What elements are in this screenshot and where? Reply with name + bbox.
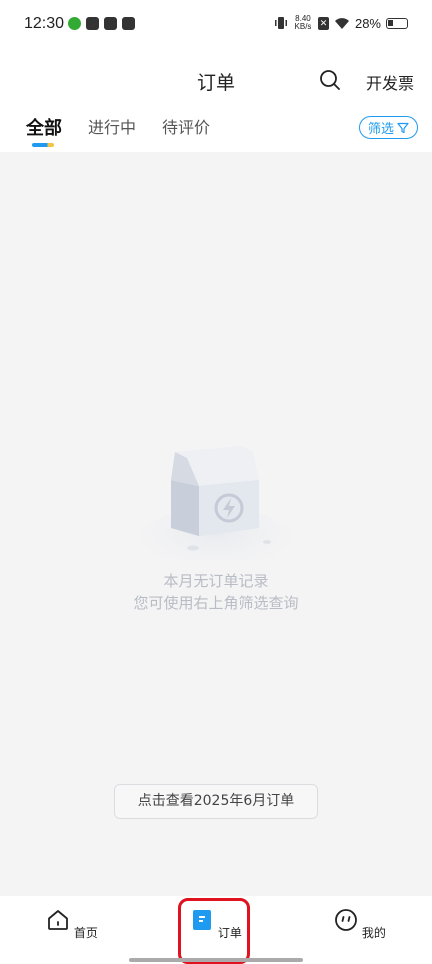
profile-icon xyxy=(335,909,357,931)
app-notification-icon xyxy=(122,17,135,30)
filter-label: 筛选 xyxy=(367,122,394,137)
wifi-icon xyxy=(334,17,349,29)
order-tabs: 全部 进行中 待评价 xyxy=(26,114,210,150)
status-time: 12:30 xyxy=(24,15,65,32)
app-notification-icon xyxy=(86,17,99,30)
tab-label: 全部 xyxy=(26,118,62,139)
vibrate-icon xyxy=(274,17,287,29)
gesture-home-bar[interactable] xyxy=(129,958,303,962)
invoice-button[interactable]: 开发票 xyxy=(366,70,414,94)
search-icon[interactable] xyxy=(318,68,342,92)
empty-box-illustration xyxy=(131,446,301,560)
notification-icons xyxy=(68,17,135,30)
tab-label: 进行中 xyxy=(88,118,137,137)
view-previous-month-button[interactable]: 点击查看2025年6月订单 xyxy=(114,784,318,819)
network-speed: 8.40 KB/s xyxy=(293,15,313,31)
nav-home-label: 首页 xyxy=(73,926,98,940)
empty-state-line2: 您可使用右上角筛选查询 xyxy=(133,594,299,612)
app-notification-icon xyxy=(68,17,81,30)
tab-in-progress[interactable]: 进行中 xyxy=(88,114,136,150)
battery-percent: 28% xyxy=(354,15,381,31)
empty-state-line1: 本月无订单记录 xyxy=(163,572,269,590)
status-bar: 12:30 8.40 KB/s ✕ 28% xyxy=(0,0,432,52)
battery-icon xyxy=(386,17,408,29)
nav-profile-label: 我的 xyxy=(361,926,386,940)
empty-state-message: 本月无订单记录 您可使用右上角筛选查询 xyxy=(0,570,432,614)
tab-label: 待评价 xyxy=(162,118,211,137)
nav-profile[interactable]: 我的 xyxy=(330,908,390,941)
highlight-annotation xyxy=(178,898,250,964)
filter-button[interactable]: 筛选 xyxy=(358,116,418,139)
nav-home[interactable]: 首页 xyxy=(42,908,102,941)
tab-to-review[interactable]: 待评价 xyxy=(162,114,210,150)
app-notification-icon xyxy=(104,17,117,30)
no-sim-icon: ✕ xyxy=(317,16,329,30)
network-speed-unit: KB/s xyxy=(294,22,312,31)
tab-all[interactable]: 全部 xyxy=(26,114,62,150)
header: 订单 开发票 全部 进行中 待评价 筛选 xyxy=(0,52,432,152)
home-icon xyxy=(48,910,68,930)
filter-icon xyxy=(397,122,409,133)
status-indicators: 8.40 KB/s ✕ 28% xyxy=(274,15,408,31)
tab-active-indicator xyxy=(32,143,54,147)
